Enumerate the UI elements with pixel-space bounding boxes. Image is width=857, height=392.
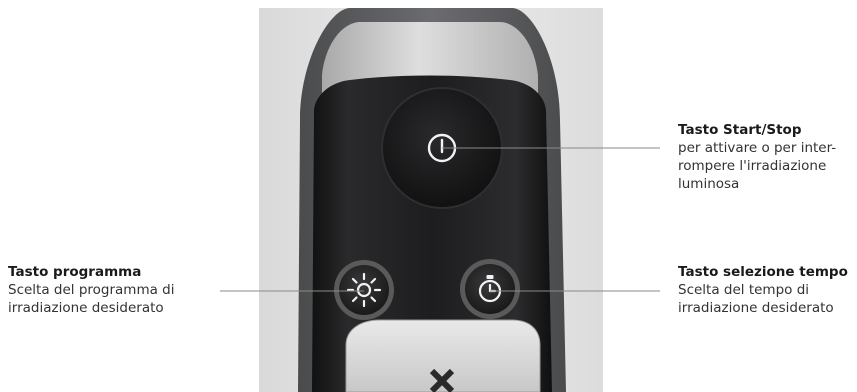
cancel-button[interactable] <box>345 319 541 392</box>
program-title: Tasto programma <box>8 264 142 280</box>
device-illustration <box>220 8 660 392</box>
time-select-desc-line: Scelta del tempo di <box>678 282 810 298</box>
time-select-title: Tasto selezione tempo <box>678 264 848 280</box>
start-stop-callout: Tasto Start/Stop per attivare o per inte… <box>678 121 857 193</box>
time-select-desc-line: irradiazione desiderato <box>678 300 834 316</box>
program-callout: Tasto programma Scelta del programma di … <box>8 263 218 317</box>
start-stop-desc-line: per attivare o per inter- <box>678 140 837 156</box>
start-stop-desc-line: rompere l'irradiazione <box>678 158 827 174</box>
start-stop-desc-line: luminosa <box>678 176 740 192</box>
time-select-button[interactable] <box>460 259 520 319</box>
start-stop-title: Tasto Start/Stop <box>678 122 802 138</box>
time-select-callout: Tasto selezione tempo Scelta del tempo d… <box>678 263 857 317</box>
program-desc-line: Scelta del programma di <box>8 282 175 298</box>
program-desc-line: irradiazione desiderato <box>8 300 164 316</box>
program-button[interactable] <box>334 260 394 320</box>
